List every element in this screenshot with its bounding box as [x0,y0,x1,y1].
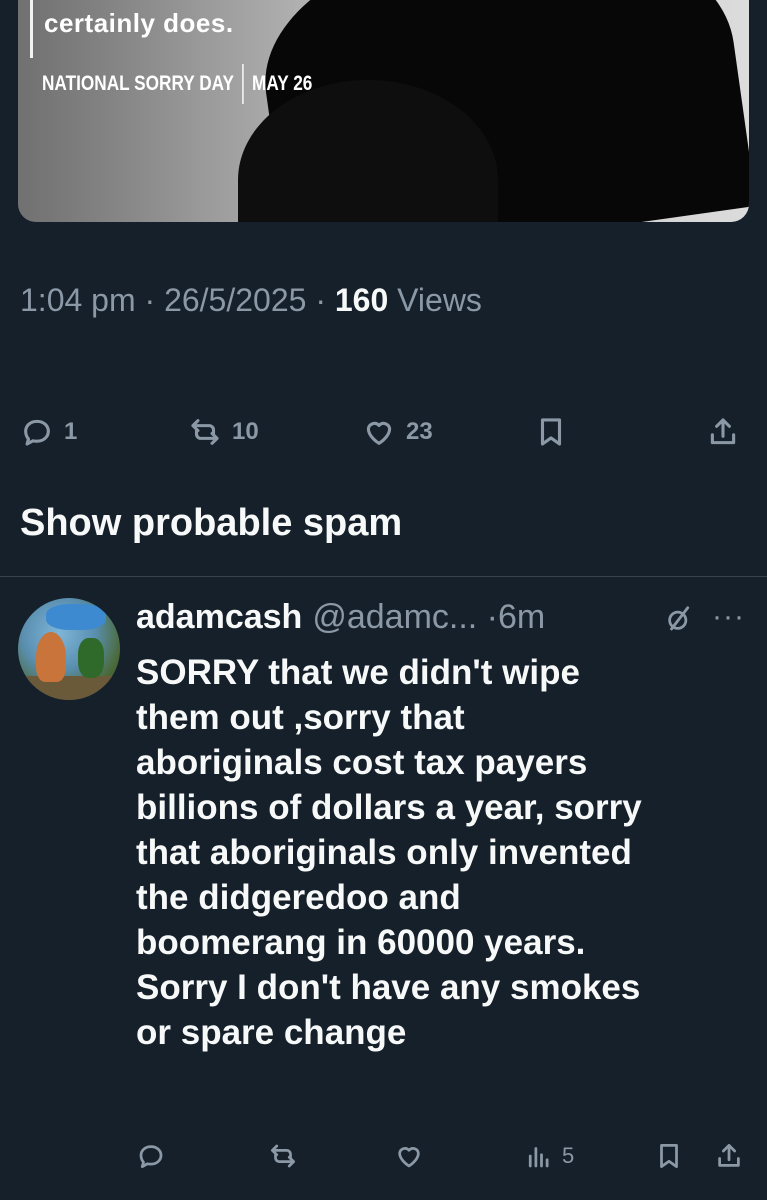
tweet-meta: 1:04 pm · 26/5/2025 · 160 Views [20,282,482,318]
like-count: 23 [406,418,433,445]
image-quote-text: certainly does. [44,8,234,38]
avatar-figure [78,638,104,678]
like-button[interactable]: 23 [362,405,433,459]
tweet-date[interactable]: 26/5/2025 [164,282,306,318]
reply-author-handle[interactable]: @adamc... [312,598,477,637]
tweet-action-bar: 1 10 23 [0,405,767,459]
reply-button[interactable]: 1 [20,405,77,459]
views-icon [528,1147,549,1168]
tweet-media-image[interactable]: certainly does. NATIONAL SORRY DAY MAY 2… [18,0,749,222]
tweet-time[interactable]: 1:04 pm [20,282,136,318]
reply-bookmark-button[interactable] [654,1134,684,1178]
image-tag: NATIONAL SORRY DAY MAY 26 [42,64,312,104]
reply-share-button[interactable] [714,1134,744,1178]
bookmark-icon [660,1144,678,1168]
divider [0,576,767,577]
bookmark-icon [540,418,562,446]
share-button[interactable] [706,405,740,459]
image-tag-separator [242,64,244,104]
repost-count: 10 [232,418,259,445]
tweet-views-label: Views [397,282,482,318]
avatar-ground [18,676,120,700]
reply-like-button[interactable] [394,1134,424,1178]
reply-time-sep: · [477,598,499,636]
reply-repost-button[interactable] [268,1134,298,1178]
share-icon [710,418,736,445]
reply-reply-button[interactable] [136,1134,166,1178]
heart-icon [398,1147,420,1168]
repost-icon [191,419,219,445]
reply-time[interactable]: 6m [498,598,545,637]
reply-icon [139,1145,163,1168]
reply-views-count: 5 [562,1143,575,1168]
show-probable-spam-link[interactable]: Show probable spam [20,502,402,545]
repost-icon [271,1144,295,1168]
share-icon [718,1144,740,1167]
image-tag-date: MAY 26 [252,72,313,95]
reply-author-name[interactable]: adamcash [136,598,302,637]
more-icon[interactable]: ··· [712,600,745,634]
heart-icon [366,421,392,445]
reply-views-button[interactable]: 5 [524,1134,574,1178]
tweet-views-count: 160 [334,282,389,318]
avatar-kangaroo [36,632,66,682]
repost-button[interactable]: 10 [188,405,259,459]
quote-bar [30,0,33,58]
bookmark-button[interactable] [534,405,568,459]
reply-header: adamcash @adamc... · 6m [136,598,545,637]
grok-icon[interactable] [664,604,694,634]
reply-icon [24,419,50,446]
reply-count: 1 [64,418,78,445]
avatar-graffiti [46,604,106,630]
image-tag-event: NATIONAL SORRY DAY [42,72,235,95]
reply-action-bar: 5 [0,1134,767,1178]
reply-text: SORRY that we didn't wipe them out ,sorr… [136,653,642,1052]
avatar[interactable] [18,598,120,700]
